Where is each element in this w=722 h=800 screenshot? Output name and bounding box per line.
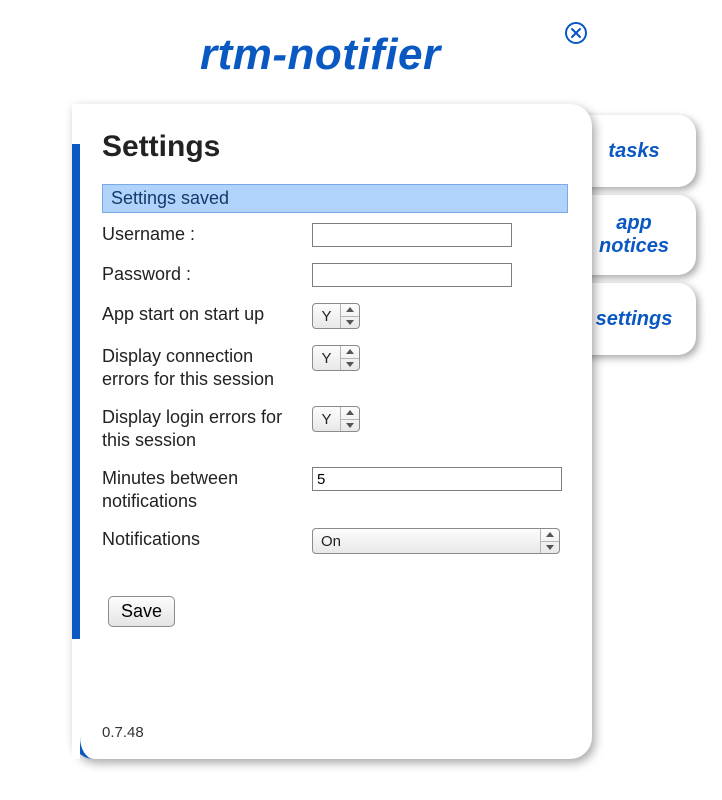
display-conn-errors-label: Display connection errors for this sessi… [102, 345, 312, 390]
close-button[interactable] [565, 22, 587, 44]
version-label: 0.7.48 [102, 724, 144, 741]
chevron-up-icon[interactable] [341, 407, 359, 419]
chevron-down-icon[interactable] [341, 316, 359, 329]
notifications-label: Notifications [102, 528, 312, 551]
chevron-up-icon[interactable] [541, 529, 559, 541]
start-on-startup-value: Y [313, 304, 341, 328]
minutes-input[interactable] [312, 467, 562, 491]
chevron-up-icon[interactable] [341, 304, 359, 316]
username-label: Username : [102, 223, 312, 246]
settings-panel: Settings Settings saved Username : Passw… [72, 104, 592, 759]
close-icon [570, 27, 582, 39]
password-label: Password : [102, 263, 312, 286]
display-login-errors-value: Y [313, 407, 341, 431]
chevron-down-icon[interactable] [541, 541, 559, 554]
chevron-down-icon[interactable] [341, 358, 359, 371]
minutes-label: Minutes between notifications [102, 467, 312, 512]
username-input[interactable] [312, 223, 512, 247]
start-on-startup-stepper[interactable]: Y [312, 303, 360, 329]
notifications-select[interactable]: On [312, 528, 560, 554]
page-heading: Settings [102, 130, 568, 164]
chevron-down-icon[interactable] [341, 419, 359, 432]
app-title: rtm-notifier [200, 30, 441, 80]
display-login-errors-stepper[interactable]: Y [312, 406, 360, 432]
display-conn-errors-value: Y [313, 346, 341, 370]
password-input[interactable] [312, 263, 512, 287]
save-button[interactable]: Save [108, 596, 175, 627]
start-on-startup-label: App start on start up [102, 303, 312, 326]
status-message: Settings saved [102, 184, 568, 213]
display-login-errors-label: Display login errors for this session [102, 406, 312, 451]
notifications-value: On [313, 529, 541, 553]
display-conn-errors-stepper[interactable]: Y [312, 345, 360, 371]
chevron-up-icon[interactable] [341, 346, 359, 358]
